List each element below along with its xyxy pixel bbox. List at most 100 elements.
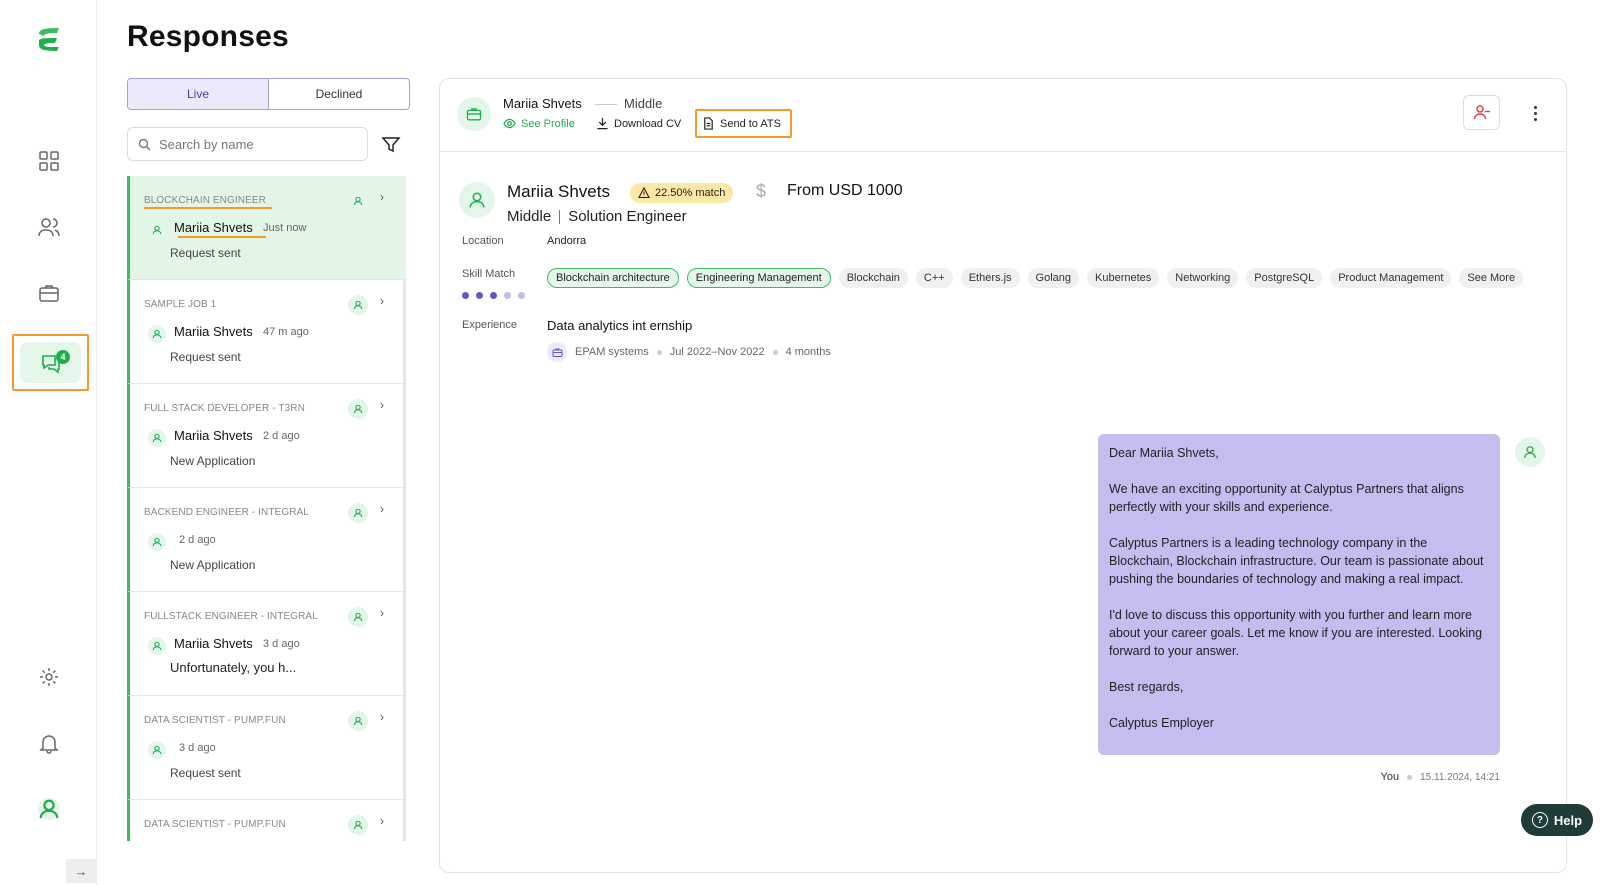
search-icon: [138, 138, 151, 150]
tab-live[interactable]: Live: [128, 79, 269, 109]
message-paragraph: We have an exciting opportunity at Calyp…: [1109, 482, 1464, 514]
warning-icon: [638, 187, 650, 199]
chat-badge: 4: [56, 350, 70, 364]
chevron-right-icon: ›: [380, 814, 384, 828]
response-status: New Application: [170, 558, 256, 572]
eye-icon: [503, 118, 516, 129]
chevron-right-icon: ›: [380, 502, 384, 516]
gear-icon: [39, 668, 58, 686]
skill-chip: PostgreSQL: [1246, 268, 1323, 288]
expand-sidebar-button[interactable]: →: [66, 859, 96, 883]
skill-chip: Kubernetes: [1087, 268, 1160, 288]
response-status: Unfortunately, you h...: [170, 660, 297, 675]
tab-declined[interactable]: Declined: [269, 79, 409, 109]
skill-level-dots: [462, 292, 525, 299]
user-icon: [348, 191, 368, 211]
salary: From USD 1000: [787, 182, 903, 199]
page-title: Responses: [127, 20, 289, 53]
message-paragraph: I'd love to discuss this opportunity wit…: [1109, 608, 1483, 658]
help-button[interactable]: ? Help: [1521, 804, 1593, 836]
message-meta: You 15.11.2024, 14:21: [1380, 771, 1500, 783]
nav-jobs[interactable]: [0, 270, 97, 316]
list-item[interactable]: FULLSTACK ENGINEER - INTEGRAL › Mariia S…: [127, 592, 406, 696]
download-cv-button[interactable]: Download CV: [596, 117, 681, 130]
experience-company: EPAM systems: [575, 346, 649, 358]
job-title: DATA SCIENTIST - PUMP.FUN: [144, 819, 286, 830]
skill-chip: Blockchain: [838, 268, 908, 288]
user-icon: [348, 399, 368, 419]
skill-chip: Ethers.js: [960, 268, 1020, 288]
nav-notifications[interactable]: [0, 720, 97, 766]
status-tabs: Live Declined: [127, 78, 410, 110]
candidate-avatar: [459, 182, 495, 218]
logo-icon[interactable]: [35, 26, 63, 52]
skill-chip: Networking: [1167, 268, 1239, 288]
list-item[interactable]: FULL STACK DEVELOPER - T3RN › Mariia Shv…: [127, 384, 406, 488]
avatar: [37, 798, 60, 820]
candidate-panel: Mariia Shvets Middle See Profile Downloa…: [439, 78, 1567, 873]
panel-header: Mariia Shvets Middle See Profile Downloa…: [440, 79, 1566, 152]
message-sender: You: [1380, 771, 1400, 783]
list-item[interactable]: SAMPLE JOB 1 › Mariia Shvets 47 m ago Re…: [127, 280, 406, 384]
nav-profile[interactable]: [0, 786, 97, 832]
chevron-right-icon: ›: [380, 710, 384, 724]
chevron-right-icon: ›: [380, 294, 384, 308]
job-title: FULL STACK DEVELOPER - T3RN: [144, 403, 305, 414]
divider: [559, 209, 561, 224]
location-value: Andorra: [547, 235, 587, 247]
skill-dot: [504, 292, 511, 299]
header-candidate-name: Mariia Shvets: [503, 96, 582, 111]
skill-dot: [490, 292, 497, 299]
list-item[interactable]: BACKEND ENGINEER - INTEGRAL › 2 d ago Ne…: [127, 488, 406, 592]
see-profile-label: See Profile: [521, 117, 575, 130]
job-title: BLOCKCHAIN ENGINEER: [144, 195, 266, 206]
highlight-underline: [178, 236, 266, 238]
nav-settings[interactable]: [0, 654, 97, 700]
nav-dashboard[interactable]: [0, 138, 97, 184]
filter-icon[interactable]: [381, 134, 401, 154]
candidate-avatar: [148, 325, 166, 343]
send-to-ats-button[interactable]: Send to ATS: [702, 117, 781, 130]
send-to-ats-label: Send to ATS: [720, 117, 781, 130]
list-item[interactable]: BLOCKCHAIN ENGINEER › Mariia Shvets Just…: [127, 176, 406, 280]
message-paragraph: Calyptus Employer: [1109, 716, 1214, 730]
response-status: Request sent: [170, 246, 241, 260]
chevron-right-icon: ›: [380, 606, 384, 620]
nav-candidates[interactable]: [0, 204, 97, 250]
list-item[interactable]: DATA SCIENTIST - PUMP.FUN ›: [127, 800, 406, 841]
user-icon: [348, 607, 368, 627]
candidate-position: Solution Engineer: [568, 208, 687, 225]
response-status: Request sent: [170, 350, 241, 364]
search-input[interactable]: [159, 136, 349, 152]
left-rail: 4 →: [0, 0, 97, 885]
separator-dot: [772, 349, 778, 355]
divider: [595, 104, 617, 105]
user-icon: [348, 295, 368, 315]
see-more-button[interactable]: See More: [1459, 268, 1524, 288]
experience-title: Data analytics int ernship: [547, 318, 693, 333]
response-status: New Application: [170, 454, 256, 468]
candidate-role: Middle Solution Engineer: [507, 208, 687, 225]
job-title: SAMPLE JOB 1: [144, 299, 217, 310]
bell-icon: [38, 735, 59, 754]
experience-details: EPAM systems Jul 2022–Nov 2022 4 months: [547, 342, 831, 362]
see-profile-link[interactable]: See Profile: [503, 117, 575, 130]
candidate-name: Mariia Shvets: [174, 324, 253, 339]
more-options-icon[interactable]: [1528, 101, 1542, 125]
candidate-avatar: [148, 637, 166, 655]
download-cv-label: Download CV: [614, 117, 682, 130]
search-box: [127, 127, 368, 161]
job-title: FULLSTACK ENGINEER - INTEGRAL: [144, 611, 318, 622]
message-paragraph: Dear Mariia Shvets,: [1109, 446, 1219, 460]
decline-candidate-button[interactable]: [1463, 95, 1500, 130]
responses-list: BLOCKCHAIN ENGINEER › Mariia Shvets Just…: [127, 176, 406, 841]
nav-responses-bg: 4: [20, 342, 81, 383]
nav-responses[interactable]: 4: [12, 334, 89, 391]
candidate-name: Mariia Shvets: [174, 636, 253, 651]
candidate-avatar: [148, 533, 166, 551]
user-icon: [348, 503, 368, 523]
question-icon: ?: [1531, 812, 1548, 828]
arrow-right-icon: →: [74, 863, 88, 879]
list-item[interactable]: DATA SCIENTIST - PUMP.FUN › 3 d ago Requ…: [127, 696, 406, 800]
users-icon: [37, 218, 60, 237]
